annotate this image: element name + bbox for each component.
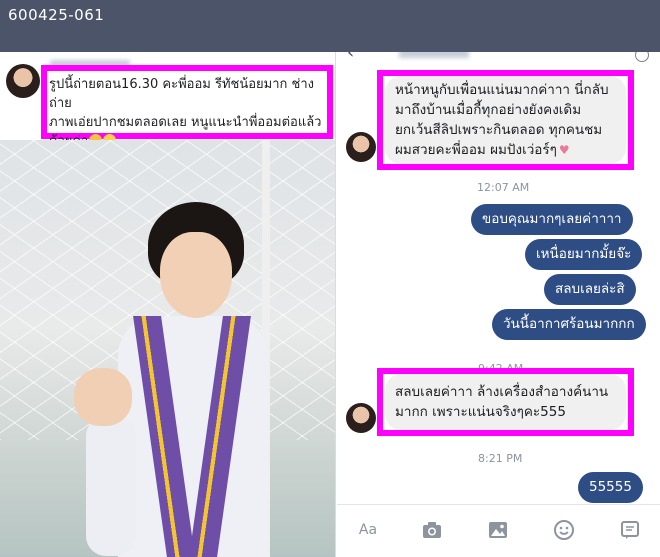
camera-icon[interactable]	[421, 519, 443, 541]
graduation-photo	[0, 140, 335, 557]
photo-icon[interactable]	[487, 519, 509, 541]
text-button[interactable]: Aa	[355, 519, 381, 541]
top-bar: 600425-061	[0, 0, 660, 52]
timestamp: 8:21 PM	[478, 452, 523, 465]
message-line: หน้าหนูกับเพื่อนแน่นมากค่าาา นี่กลับ	[395, 82, 609, 98]
caption-line-2: ภาพเอ่ยปากชมตลอดเลย หนูแนะนำพี่ออมต่อแล้…	[49, 115, 322, 130]
sent-message[interactable]: 55555	[578, 472, 643, 503]
sticker-icon[interactable]	[619, 519, 641, 541]
contact-avatar[interactable]	[346, 403, 376, 433]
heart-emoji-icon: ♥	[558, 143, 570, 157]
message-line: ยกเว้นสีลิปเพราะกินตลอด ทุกคนชม	[395, 122, 603, 138]
sent-message[interactable]: เหนื่อยมากมั้ยจ๊ะ	[525, 239, 643, 270]
post-caption: รูปนี้ถ่ายตอน16.30 คะพี่ออม รีทัชน้อยมาก…	[41, 65, 333, 149]
post-panel: รูปนี้ถ่ายตอน16.30 คะพี่ออม รีทัชน้อยมาก…	[0, 52, 336, 557]
message-line: สลบเลยค่าาา ล้างเครื่องสำอางค์นาน	[395, 384, 609, 400]
emoji-icon[interactable]	[553, 519, 575, 541]
received-message[interactable]: สลบเลยค่าาา ล้างเครื่องสำอางค์นาน มากก เ…	[385, 374, 626, 430]
back-arrow-icon[interactable]: ‹	[347, 52, 354, 63]
composer-toolbar: Aa	[337, 504, 660, 557]
chat-contact-name-blurred	[399, 52, 469, 58]
message-line: มาถึงบ้านเมื่อกี้ทุกอย่างยังคงเดิม	[395, 102, 582, 118]
face	[160, 232, 232, 318]
post-header: รูปนี้ถ่ายตอน16.30 คะพี่ออม รีทัชน้อยมาก…	[0, 52, 335, 149]
raised-arm	[86, 416, 136, 556]
post-avatar[interactable]	[6, 64, 40, 98]
contact-avatar[interactable]	[346, 132, 376, 162]
message-line-text: ผมสวยคะพี่ออม ผมปังเว่อร์ๆ	[395, 142, 557, 158]
image-code: 600425-061	[8, 6, 105, 24]
sent-message[interactable]: ขอบคุณมากๆเลยค่าาาา	[471, 204, 633, 235]
sent-message[interactable]: วันนี้อากาศร้อนมากกก	[492, 309, 646, 340]
raised-fist	[74, 368, 132, 426]
message-line: ผมสวยคะพี่ออม ผมปังเว่อร์ๆ ♥	[395, 140, 616, 160]
info-icon[interactable]	[635, 52, 649, 62]
caption-line-1: รูปนี้ถ่ายตอน16.30 คะพี่ออม รีทัชน้อยมาก…	[49, 77, 314, 111]
timestamp: 12:07 AM	[477, 181, 530, 194]
chat-panel: ‹ หน้าหนูกับเพื่อนแน่นมากค่าาา นี่กลับ ม…	[337, 52, 660, 557]
sent-message[interactable]: สลบเลยล่ะสิ	[544, 274, 636, 305]
message-line: มากก เพราะแน่นจริงๆคะ555	[395, 404, 566, 420]
received-message[interactable]: หน้าหนูกับเพื่อนแน่นมากค่าาา นี่กลับ มาถ…	[385, 76, 626, 164]
chat-header: ‹	[337, 52, 660, 64]
